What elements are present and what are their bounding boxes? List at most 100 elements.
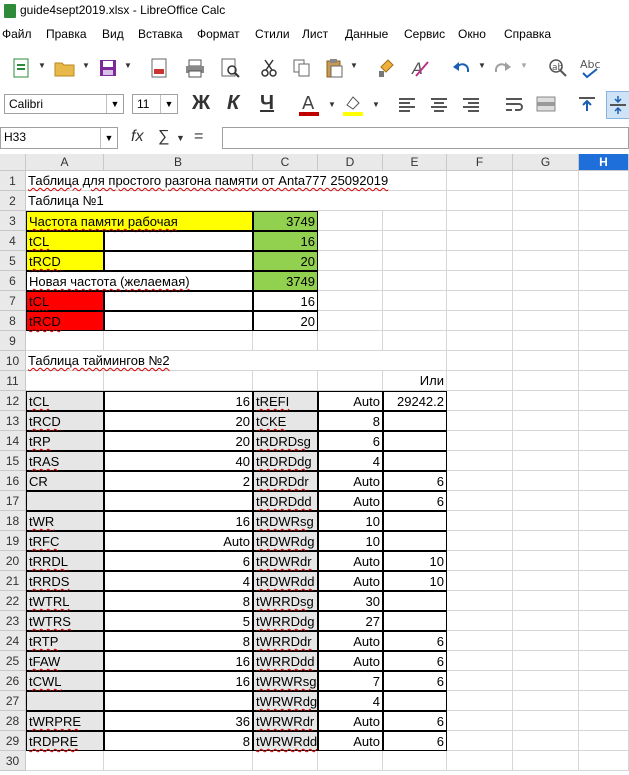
cell[interactable] <box>447 411 513 431</box>
cell-r3c0[interactable]: Частота памяти рабочая <box>26 211 253 231</box>
open-dropdown-icon[interactable]: ▼ <box>82 61 90 70</box>
new-dropdown-icon[interactable]: ▼ <box>38 61 46 70</box>
cell-r19c0[interactable]: tRFC <box>26 531 104 551</box>
cell-r13c1[interactable]: 20 <box>104 411 253 431</box>
cell[interactable] <box>447 371 513 391</box>
cell-r13c2[interactable]: tCKE <box>253 411 318 431</box>
cell-r7c1[interactable] <box>104 291 253 311</box>
cell-r1c0[interactable]: Таблица для простого разгона памяти от A… <box>26 171 447 191</box>
cell-r26c1[interactable]: 16 <box>104 671 253 691</box>
cell[interactable] <box>447 211 513 231</box>
cell[interactable] <box>579 611 629 631</box>
cell-r23c0[interactable]: tWTRS <box>26 611 104 631</box>
font-size-box[interactable]: 11 ▼ <box>132 94 178 114</box>
cell-r5c1[interactable] <box>104 251 253 271</box>
row-header-9[interactable]: 9 <box>0 331 26 351</box>
cell-r20c4[interactable]: 10 <box>383 551 447 571</box>
cell-r14c2[interactable]: tRDRDsg <box>253 431 318 451</box>
cell-r19c3[interactable]: 10 <box>318 531 383 551</box>
cell[interactable] <box>579 751 629 771</box>
cell-r22c4[interactable] <box>383 591 447 611</box>
cell[interactable] <box>579 411 629 431</box>
cell-r27c1[interactable] <box>104 691 253 711</box>
font-name-box[interactable]: Calibri ▼ <box>4 94 124 114</box>
row-header-13[interactable]: 13 <box>0 411 26 431</box>
cell[interactable] <box>447 231 513 251</box>
column-header-e[interactable]: E <box>383 154 447 171</box>
cell[interactable] <box>513 751 579 771</box>
cell[interactable] <box>579 731 629 751</box>
cell-r24c2[interactable]: tWRRDdr <box>253 631 318 651</box>
cell[interactable] <box>447 751 513 771</box>
cell-r8c1[interactable] <box>104 311 253 331</box>
cell-r28c0[interactable]: tWRPRE <box>26 711 104 731</box>
cell-r11c2[interactable] <box>253 371 318 391</box>
cell-r7c4[interactable] <box>383 291 447 311</box>
cell-r10c0[interactable]: Таблица таймингов №2 <box>26 351 447 371</box>
cell[interactable] <box>513 591 579 611</box>
cell-r22c0[interactable]: tWTRL <box>26 591 104 611</box>
cell-r6c4[interactable] <box>383 271 447 291</box>
cell[interactable] <box>579 671 629 691</box>
cell-r25c4[interactable]: 6 <box>383 651 447 671</box>
cell-r7c0[interactable]: tCL <box>26 291 104 311</box>
cell[interactable] <box>579 631 629 651</box>
export-pdf-icon[interactable] <box>148 55 170 81</box>
clone-formatting-icon[interactable] <box>374 55 398 81</box>
cell-r12c1[interactable]: 16 <box>104 391 253 411</box>
row-header-12[interactable]: 12 <box>0 391 26 411</box>
cell-r26c0[interactable]: tCWL <box>26 671 104 691</box>
cell-r8c3[interactable] <box>318 311 383 331</box>
cell[interactable] <box>579 691 629 711</box>
cell-r12c4[interactable]: 29242.2 <box>383 391 447 411</box>
redo-dropdown-icon[interactable]: ▼ <box>520 61 528 70</box>
cell[interactable] <box>513 211 579 231</box>
cell[interactable] <box>579 291 629 311</box>
cell[interactable] <box>579 251 629 271</box>
column-header-b[interactable]: B <box>104 154 253 171</box>
menu-tools[interactable]: Сервис <box>404 27 445 41</box>
cell[interactable] <box>447 611 513 631</box>
row-header-23[interactable]: 23 <box>0 611 26 631</box>
row-header-24[interactable]: 24 <box>0 631 26 651</box>
row-header-30[interactable]: 30 <box>0 751 26 771</box>
cell-r29c1[interactable]: 8 <box>104 731 253 751</box>
cell-r4c3[interactable] <box>318 231 383 251</box>
cell-r20c2[interactable]: tRDWRdr <box>253 551 318 571</box>
cell-r24c3[interactable]: Auto <box>318 631 383 651</box>
row-header-14[interactable]: 14 <box>0 431 26 451</box>
cell-r13c0[interactable]: tRCD <box>26 411 104 431</box>
cell[interactable] <box>513 351 579 371</box>
undo-icon[interactable] <box>450 55 472 81</box>
highlight-dropdown-icon[interactable]: ▼ <box>372 100 380 109</box>
cell-r21c0[interactable]: tRRDS <box>26 571 104 591</box>
highlight-color-icon[interactable] <box>340 91 366 117</box>
cell-r3c4[interactable] <box>383 211 447 231</box>
row-header-15[interactable]: 15 <box>0 451 26 471</box>
cell-r30c0[interactable] <box>26 751 104 771</box>
cell[interactable] <box>513 451 579 471</box>
cell-r28c3[interactable]: Auto <box>318 711 383 731</box>
cell-r19c4[interactable] <box>383 531 447 551</box>
cell-r27c4[interactable] <box>383 691 447 711</box>
italic-icon[interactable]: К <box>227 92 239 115</box>
cell-r29c4[interactable]: 6 <box>383 731 447 751</box>
formula-icon[interactable]: = <box>194 128 203 146</box>
function-wizard-icon[interactable]: fx <box>131 128 143 146</box>
menu-insert[interactable]: Вставка <box>138 27 183 41</box>
row-header-2[interactable]: 2 <box>0 191 26 211</box>
cell[interactable] <box>447 191 513 211</box>
cell-r8c2[interactable]: 20 <box>253 311 318 331</box>
cell[interactable] <box>579 391 629 411</box>
cell[interactable] <box>513 511 579 531</box>
cell-r16c3[interactable]: Auto <box>318 471 383 491</box>
cell-r20c3[interactable]: Auto <box>318 551 383 571</box>
cell-r9c2[interactable] <box>253 331 318 351</box>
cell[interactable] <box>513 651 579 671</box>
cell[interactable] <box>513 531 579 551</box>
cell-r19c2[interactable]: tRDWRdg <box>253 531 318 551</box>
row-header-21[interactable]: 21 <box>0 571 26 591</box>
cell-r3c3[interactable] <box>318 211 383 231</box>
cell[interactable] <box>513 471 579 491</box>
cell[interactable] <box>513 711 579 731</box>
